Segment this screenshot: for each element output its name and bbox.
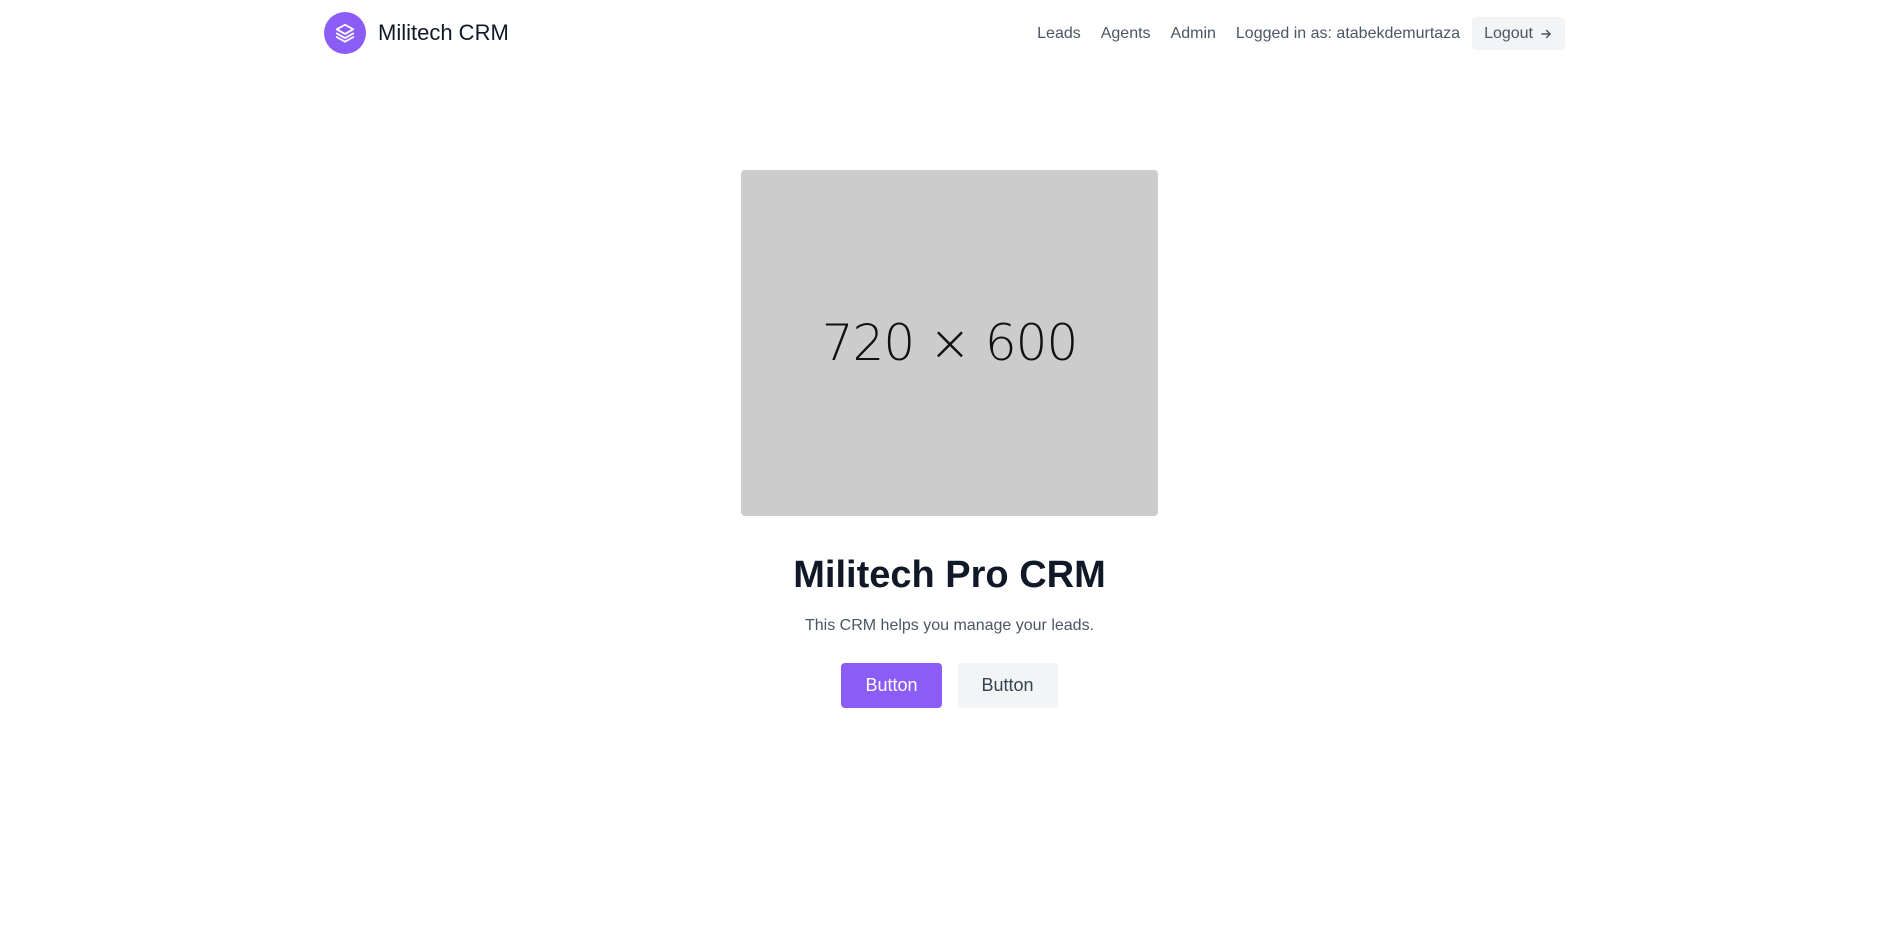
brand-name: Militech CRM — [378, 20, 509, 45]
logout-button[interactable]: Logout — [1472, 17, 1565, 50]
page-title: Militech Pro CRM — [793, 554, 1106, 596]
arrow-right-icon — [1539, 27, 1553, 41]
hero-image-placeholder: 720 × 600 — [741, 170, 1158, 516]
page-subtitle: This CRM helps you manage your leads. — [804, 617, 1095, 634]
top-navbar: Militech CRM Leads Agents Admin Logged i… — [0, 0, 1899, 68]
nav-link-agents[interactable]: Agents — [1101, 25, 1151, 43]
nav-link-admin[interactable]: Admin — [1171, 25, 1216, 43]
main-nav: Leads Agents Admin Logged in as: atabekd… — [1017, 17, 1565, 50]
hero-button-group: Button Button — [841, 663, 1058, 708]
hero-section: 720 × 600 Militech Pro CRM This CRM help… — [0, 170, 1899, 708]
logout-label: Logout — [1484, 24, 1533, 42]
image-placeholder-label: 720 × 600 — [821, 314, 1079, 372]
primary-button[interactable]: Button — [841, 663, 942, 708]
secondary-button[interactable]: Button — [957, 663, 1058, 708]
logged-in-user-label: Logged in as: atabekdemurtaza — [1235, 24, 1461, 42]
stacked-layers-icon — [324, 12, 366, 54]
brand-link[interactable]: Militech CRM — [324, 12, 509, 54]
nav-link-leads[interactable]: Leads — [1037, 25, 1081, 43]
